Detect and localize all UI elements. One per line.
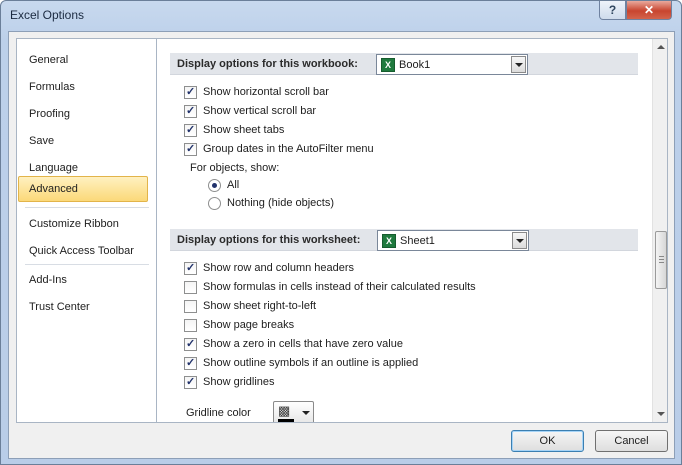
checkbox[interactable] bbox=[184, 142, 197, 156]
nav-item-trust-center[interactable]: Trust Center bbox=[29, 301, 90, 313]
nav-item-customize-ribbon[interactable]: Customize Ribbon bbox=[29, 218, 119, 230]
nav-divider bbox=[25, 264, 149, 265]
excel-options-window: Excel Options ? ✕ General Formulas Proof… bbox=[0, 0, 682, 465]
checkbox[interactable] bbox=[184, 123, 197, 137]
scroll-down-icon[interactable] bbox=[657, 412, 665, 416]
workbook-section-label: Display options for this workbook: bbox=[177, 58, 358, 70]
worksheet-section-label: Display options for this worksheet: bbox=[177, 234, 361, 246]
help-button[interactable]: ? bbox=[599, 1, 626, 20]
chevron-down-icon[interactable] bbox=[511, 56, 526, 73]
excel-file-icon: X bbox=[381, 58, 395, 72]
ok-button[interactable]: OK bbox=[511, 430, 584, 452]
gridline-color-picker[interactable]: ▩ bbox=[273, 401, 314, 422]
chevron-down-icon[interactable] bbox=[512, 232, 527, 249]
workbook-select-value: Book1 bbox=[399, 59, 431, 71]
option-label: Show vertical scroll bar bbox=[203, 105, 317, 117]
vertical-scrollbar[interactable] bbox=[652, 39, 667, 422]
checkbox[interactable] bbox=[184, 281, 197, 294]
dialog-body: General Formulas Proofing Save Language … bbox=[8, 31, 675, 459]
grip-line bbox=[659, 262, 664, 263]
nav-item-proofing[interactable]: Proofing bbox=[29, 108, 70, 120]
worksheet-select[interactable]: X Sheet1 bbox=[377, 230, 529, 251]
radio-label: Nothing (hide objects) bbox=[227, 197, 335, 209]
option-label: Show row and column headers bbox=[203, 262, 355, 274]
nav-item-formulas[interactable]: Formulas bbox=[29, 81, 75, 93]
advanced-options-panel: Display options for this workbook: X Boo… bbox=[156, 38, 668, 423]
nav-item-quick-access-toolbar[interactable]: Quick Access Toolbar bbox=[29, 245, 134, 257]
worksheet-select-value: Sheet1 bbox=[400, 235, 435, 247]
option-label: Group dates in the AutoFilter menu bbox=[203, 143, 374, 155]
option-label: Show horizontal scroll bar bbox=[203, 86, 329, 98]
option-label: Show a zero in cells that have zero valu… bbox=[203, 338, 403, 350]
scrollbar-thumb[interactable] bbox=[655, 231, 667, 289]
checkbox[interactable] bbox=[184, 319, 197, 332]
nav-item-advanced[interactable]: Advanced bbox=[18, 176, 148, 202]
gridline-color-label: Gridline color bbox=[186, 407, 251, 419]
category-nav: General Formulas Proofing Save Language … bbox=[16, 38, 157, 423]
checkbox[interactable] bbox=[184, 375, 197, 389]
cancel-button[interactable]: Cancel bbox=[595, 430, 668, 452]
nav-item-add-ins[interactable]: Add-Ins bbox=[29, 274, 67, 286]
checkbox[interactable] bbox=[184, 104, 197, 118]
nav-item-language[interactable]: Language bbox=[29, 162, 78, 174]
excel-file-icon: X bbox=[382, 234, 396, 248]
scroll-up-icon[interactable] bbox=[657, 45, 665, 49]
checkbox[interactable] bbox=[184, 261, 197, 275]
objects-label: For objects, show: bbox=[190, 162, 280, 174]
grip-line bbox=[659, 259, 664, 260]
chevron-down-icon[interactable] bbox=[302, 411, 310, 415]
option-label: Show formulas in cells instead of their … bbox=[203, 281, 476, 293]
option-label: Show outline symbols if an outline is ap… bbox=[203, 357, 419, 369]
checkbox[interactable] bbox=[184, 356, 197, 370]
checkbox[interactable] bbox=[184, 337, 197, 351]
checkbox[interactable] bbox=[184, 85, 197, 99]
radio-button[interactable] bbox=[208, 179, 221, 192]
color-swatch bbox=[278, 419, 294, 422]
workbook-select[interactable]: X Book1 bbox=[376, 54, 528, 75]
title-bar: Excel Options ? ✕ bbox=[1, 1, 681, 31]
nav-divider bbox=[25, 207, 149, 208]
nav-item-general[interactable]: General bbox=[29, 54, 68, 66]
option-label: Show gridlines bbox=[203, 376, 275, 388]
window-title: Excel Options bbox=[10, 8, 85, 22]
nav-item-save[interactable]: Save bbox=[29, 135, 54, 147]
close-button[interactable]: ✕ bbox=[626, 1, 672, 20]
option-label: Show sheet right-to-left bbox=[203, 300, 317, 312]
option-label: Show sheet tabs bbox=[203, 124, 285, 136]
radio-label: All bbox=[227, 179, 240, 191]
checkbox[interactable] bbox=[184, 300, 197, 313]
paint-bucket-icon: ▩ bbox=[278, 403, 291, 418]
option-label: Show page breaks bbox=[203, 319, 295, 331]
grip-line bbox=[659, 256, 664, 257]
radio-button[interactable] bbox=[208, 197, 221, 210]
